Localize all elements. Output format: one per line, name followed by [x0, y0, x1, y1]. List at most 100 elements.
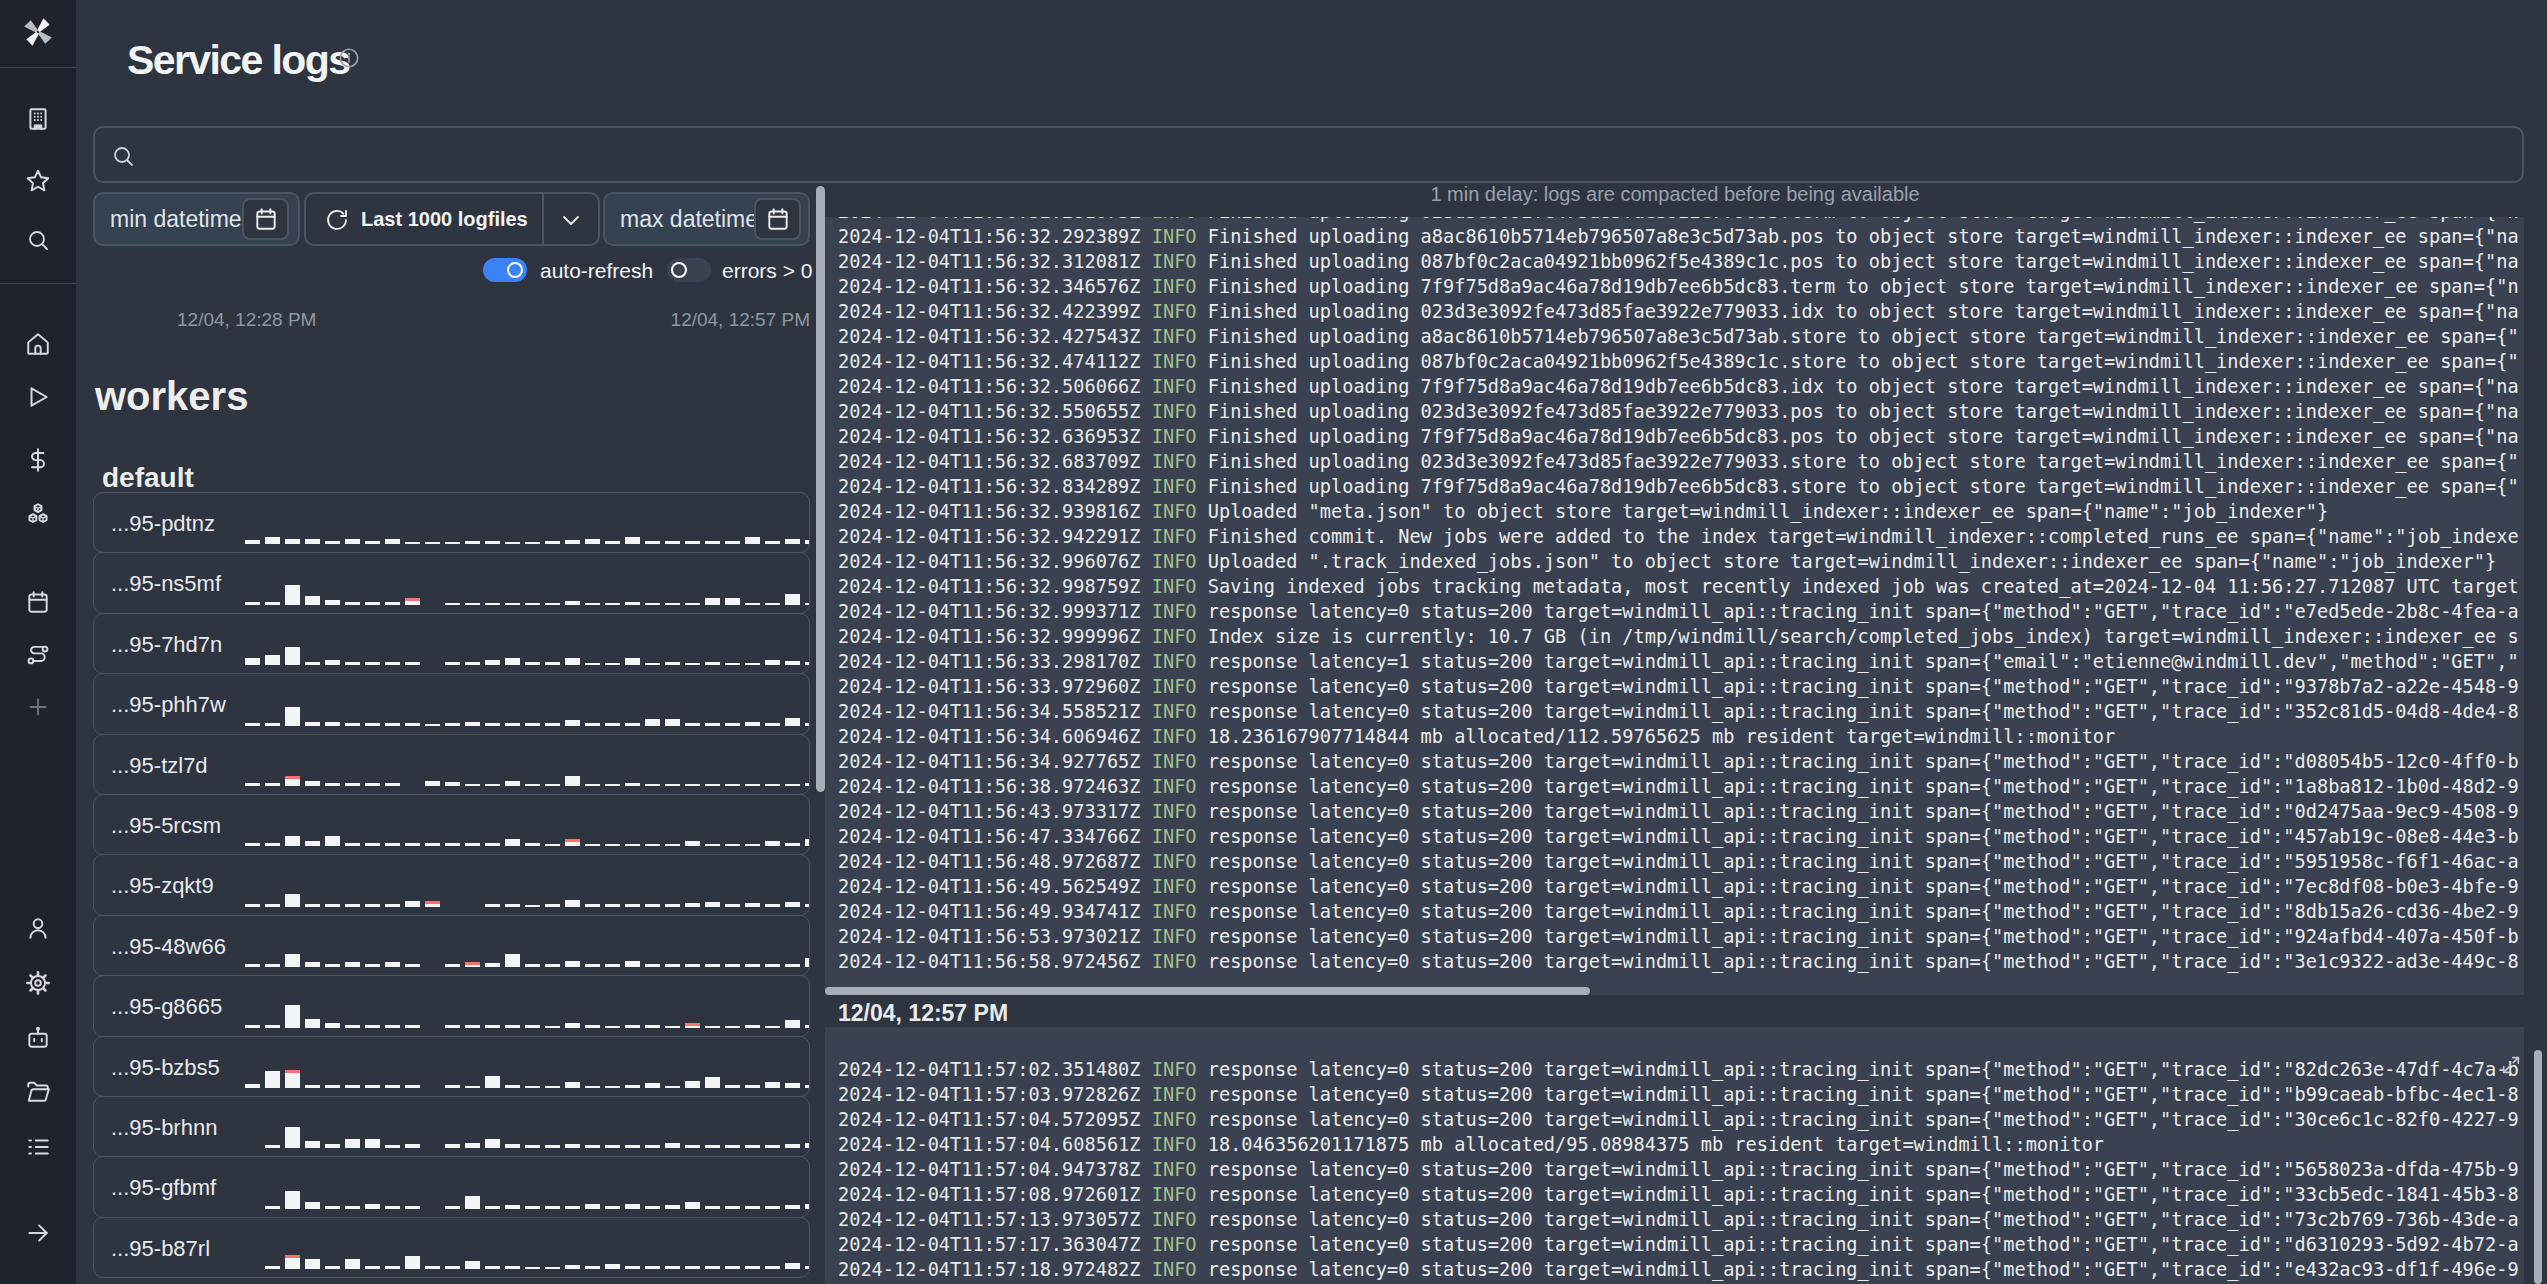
robot-icon[interactable] [0, 1025, 76, 1051]
worker-name: ...95-pdtnz [111, 511, 215, 537]
worker-activity-sparkline [245, 795, 809, 854]
log-line: 2024-12-04T11:56:34.927765Z INFO respons… [838, 749, 2519, 774]
log-line: 2024-12-04T11:56:33.972960Z INFO respons… [838, 674, 2519, 699]
log-line: 2024-12-04T11:56:32.506066Z INFO Finishe… [838, 374, 2519, 399]
sidebar-divider [0, 283, 76, 284]
sidebar-divider [0, 67, 76, 68]
log-line: 2024-12-04T11:56:49.934741Z INFO respons… [838, 899, 2519, 924]
worker-row[interactable]: ...95-zqkt9 [93, 854, 810, 915]
calendar-icon[interactable] [0, 589, 76, 615]
log-line: 2024-12-04T11:57:03.972826Z INFO respons… [838, 1082, 2519, 1107]
log-line: 2024-12-04T11:56:38.972463Z INFO respons… [838, 774, 2519, 799]
worker-activity-sparkline [245, 1037, 809, 1096]
folder-icon[interactable] [0, 1079, 76, 1105]
worker-row[interactable]: ...95-7hd7n [93, 613, 810, 674]
worker-row[interactable]: ...95-pdtnz [93, 492, 810, 553]
worker-name: ...95-zqkt9 [111, 873, 214, 899]
worker-activity-sparkline [245, 1097, 809, 1156]
errors-toggle[interactable] [667, 258, 711, 282]
worker-activity-sparkline [245, 735, 809, 794]
star-icon[interactable] [0, 168, 76, 194]
worker-row[interactable]: ...95-5rcsm [93, 794, 810, 855]
log-line: 2024-12-04T11:56:43.973317Z INFO respons… [838, 799, 2519, 824]
min-datetime-placeholder: min datetime [110, 206, 242, 233]
log-line: 2024-12-04T11:57:04.947378Z INFO respons… [838, 1157, 2519, 1182]
worker-row[interactable]: ...95-48w66 [93, 915, 810, 976]
list-icon[interactable] [0, 1134, 76, 1160]
worker-row[interactable]: ...95-bzbs5 [93, 1036, 810, 1097]
worker-name: ...95-7hd7n [111, 632, 222, 658]
person-icon[interactable] [0, 915, 76, 941]
expand-icon[interactable] [2500, 1054, 2522, 1076]
log-line: 2024-12-04T11:56:32.636953Z INFO Finishe… [838, 424, 2519, 449]
min-datetime-field[interactable]: min datetime [93, 192, 300, 246]
play-icon[interactable] [0, 384, 76, 410]
log-line: 2024-12-04T11:57:17.363047Z INFO respons… [838, 1232, 2519, 1257]
worker-name: ...95-tzl7d [111, 753, 208, 779]
worker-name: ...95-g8665 [111, 994, 222, 1020]
worker-name: ...95-gfbmf [111, 1175, 216, 1201]
chevron-down-icon[interactable] [559, 208, 583, 232]
calendar-icon [253, 206, 279, 232]
workers-scrollbar[interactable] [816, 186, 825, 792]
worker-name: ...95-bzbs5 [111, 1055, 220, 1081]
sidebar [0, 0, 76, 1284]
logfiles-dropdown[interactable]: Last 1000 logfiles [304, 192, 600, 246]
worker-activity-sparkline [245, 614, 809, 673]
log-delay-notice: 1 min delay: logs are compacted before b… [826, 183, 2524, 206]
gear-icon[interactable] [0, 970, 76, 996]
log-horizontal-scrollbar[interactable] [825, 987, 1590, 995]
refresh-icon [325, 208, 348, 231]
info-icon[interactable] [338, 47, 359, 68]
max-datetime-field[interactable]: max datetime [603, 192, 810, 246]
worker-list: ...95-pdtnz ...95-ns5mf ...95-7hd7n ...95-p… [93, 493, 810, 1278]
log-line: 2024-12-04T11:57:02.351480Z INFO respons… [838, 1057, 2519, 1082]
plus-icon[interactable] [0, 694, 76, 720]
window-scrollbar[interactable] [2534, 1050, 2542, 1284]
worker-group-heading: default [102, 462, 194, 494]
dollar-icon[interactable] [0, 447, 76, 473]
windmill-logo[interactable] [0, 13, 76, 51]
worker-activity-sparkline [245, 493, 809, 552]
errors-label: errors > 0 [722, 259, 812, 283]
log-line: 2024-12-04T11:56:32.550655Z INFO Finishe… [838, 399, 2519, 424]
log-section-1: 2024-12-04T11:56:32.281073Z INFO Finishe… [825, 217, 2524, 995]
home-icon[interactable] [0, 331, 76, 357]
log-line: 2024-12-04T11:56:32.346576Z INFO Finishe… [838, 274, 2519, 299]
log-line: 2024-12-04T11:56:32.939816Z INFO Uploade… [838, 499, 2519, 524]
log-line: 2024-12-04T11:56:32.996076Z INFO Uploade… [838, 549, 2519, 574]
worker-row[interactable]: ...95-g8665 [93, 975, 810, 1036]
log-line: 2024-12-04T11:56:48.972687Z INFO respons… [838, 849, 2519, 874]
log-section-2-header: 12/04, 12:57 PM [838, 1000, 1008, 1027]
log-line: 2024-12-04T11:56:33.298170Z INFO respons… [838, 649, 2519, 674]
worker-row[interactable]: ...95-brhnn [93, 1096, 810, 1157]
log-line: 2024-12-04T11:56:32.998759Z INFO Saving … [838, 574, 2519, 599]
search-input[interactable] [147, 130, 2447, 179]
worker-activity-sparkline [245, 674, 809, 733]
log-line: 2024-12-04T11:57:18.972482Z INFO respons… [838, 1257, 2519, 1282]
worker-row[interactable]: ...95-phh7w [93, 673, 810, 734]
worker-activity-sparkline [245, 976, 809, 1035]
calendar-icon [765, 206, 791, 232]
cubes-icon[interactable] [0, 501, 76, 527]
max-datetime-calendar-button[interactable] [754, 198, 801, 240]
worker-name: ...95-b87rl [111, 1236, 210, 1262]
search-icon[interactable] [0, 228, 76, 252]
log-line: 2024-12-04T11:56:32.422399Z INFO Finishe… [838, 299, 2519, 324]
worker-name: ...95-ns5mf [111, 571, 221, 597]
log-line: 2024-12-04T11:56:49.562549Z INFO respons… [838, 874, 2519, 899]
auto-refresh-toggle[interactable] [483, 258, 527, 282]
worker-row[interactable]: ...95-tzl7d [93, 734, 810, 795]
min-datetime-calendar-button[interactable] [242, 198, 289, 240]
worker-row[interactable]: ...95-ns5mf [93, 552, 810, 613]
worker-row[interactable]: ...95-gfbmf [93, 1156, 810, 1217]
route-icon[interactable] [0, 642, 76, 668]
log-line: 2024-12-04T11:56:32.834289Z INFO Finishe… [838, 474, 2519, 499]
auto-refresh-label: auto-refresh [540, 259, 653, 283]
worker-name: ...95-brhnn [111, 1115, 217, 1141]
arrow-right-icon[interactable] [0, 1220, 76, 1246]
range-start-date: 12/04, 12:28 PM [177, 309, 316, 331]
building-icon[interactable] [0, 106, 76, 132]
worker-activity-sparkline [245, 855, 809, 914]
worker-row[interactable]: ...95-b87rl [93, 1217, 810, 1278]
